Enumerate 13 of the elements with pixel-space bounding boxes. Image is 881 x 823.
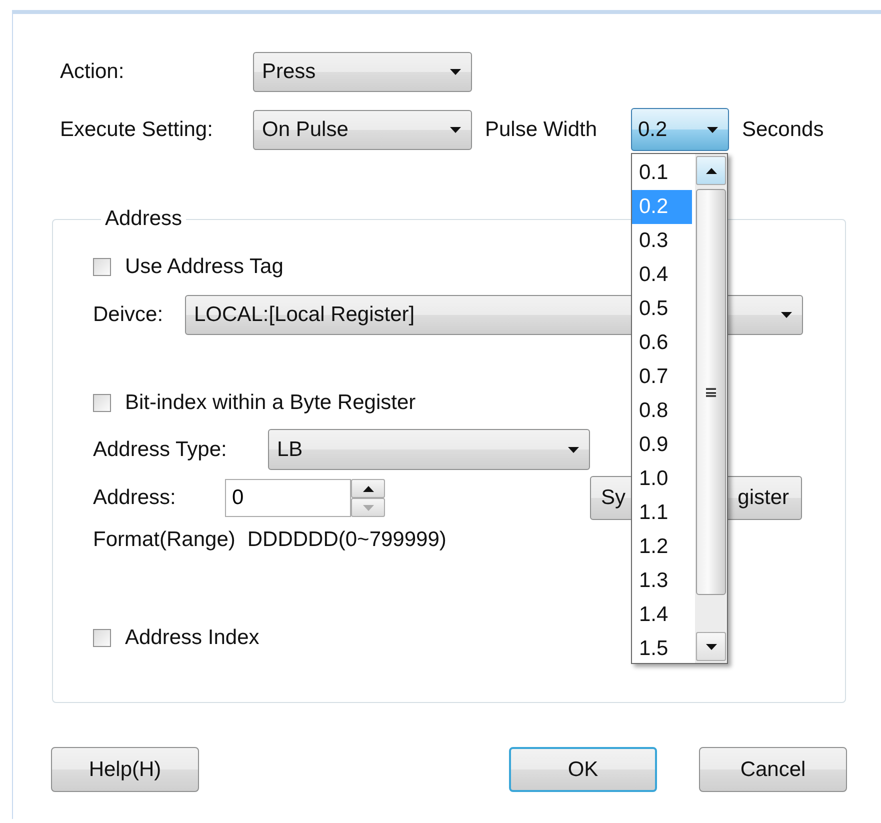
field-label: DDDDDD(0~799999) <box>247 528 446 552</box>
checkbox-label: Address Index <box>125 626 260 650</box>
field-label: Address: <box>93 486 177 510</box>
field-label: Execute Setting: <box>60 118 214 142</box>
field-label: Address Type: <box>93 438 228 462</box>
group-title: Address <box>104 207 184 231</box>
checkbox-label: Use Address Tag <box>125 255 284 279</box>
checkbox-label: Bit-index within a Byte Register <box>125 391 416 415</box>
field-label: Action: <box>60 60 126 84</box>
field-label: Pulse Width <box>485 118 598 142</box>
field-label: Seconds <box>742 118 824 142</box>
field-label: Format(Range) <box>93 528 236 552</box>
field-label: Deivce: <box>93 303 164 327</box>
